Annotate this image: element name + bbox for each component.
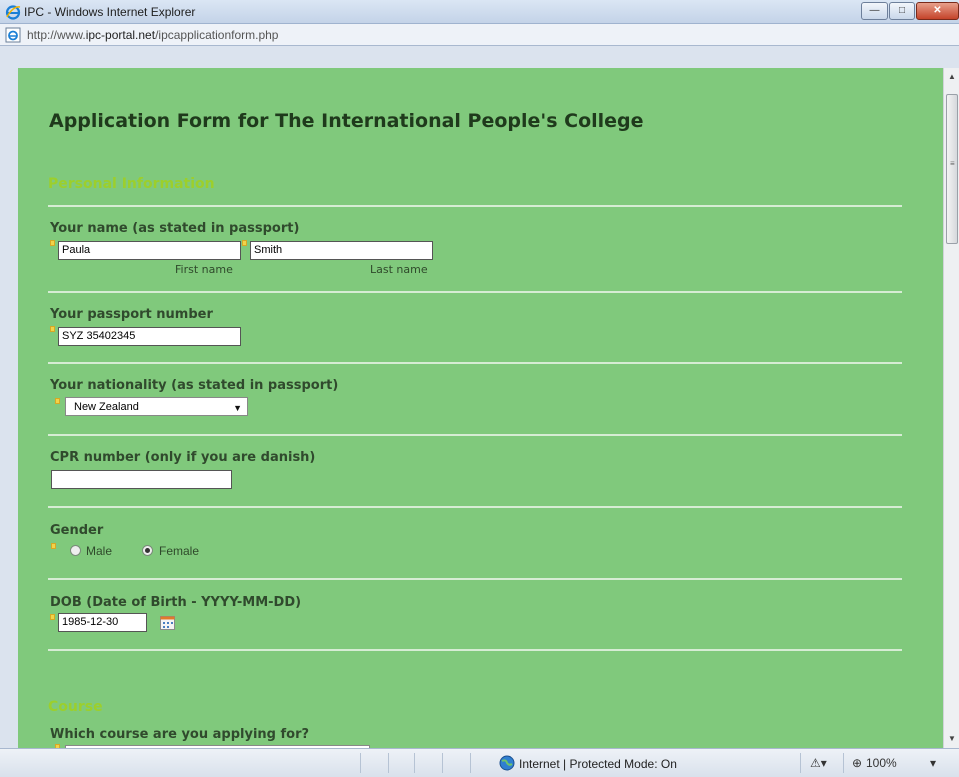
compatibility-icon[interactable]: ⚠▾	[810, 756, 827, 770]
section-personal-information: Personal Information	[48, 176, 215, 192]
scroll-thumb[interactable]: ≡	[946, 94, 958, 244]
ie-page-icon	[5, 27, 21, 43]
required-marker	[55, 398, 60, 404]
divider	[48, 362, 902, 364]
url-path: /ipcapplicationform.php	[155, 28, 279, 42]
required-marker	[242, 240, 247, 246]
dob-label: DOB (Date of Birth - YYYY-MM-DD)	[50, 595, 302, 610]
status-bar: Internet | Protected Mode: On ⚠▾ ⊕ 100% …	[0, 748, 959, 777]
status-separator	[360, 753, 361, 773]
dob-input[interactable]: 1985-12-30	[58, 613, 147, 632]
divider	[48, 506, 902, 508]
first-name-input[interactable]: Paula	[58, 241, 241, 260]
divider	[48, 578, 902, 580]
required-marker	[51, 543, 56, 549]
name-label: Your name (as stated in passport)	[50, 221, 300, 236]
divider	[48, 291, 902, 293]
divider	[48, 205, 902, 207]
divider	[48, 434, 902, 436]
nationality-select[interactable]: New Zealand ▼	[65, 397, 248, 416]
internet-explorer-icon	[5, 5, 21, 20]
zoom-dropdown-icon[interactable]: ▾	[930, 756, 936, 770]
course-label: Which course are you applying for?	[50, 727, 310, 742]
gender-female-label[interactable]: Female	[159, 544, 199, 558]
minimize-button[interactable]: —	[861, 2, 888, 20]
cpr-label: CPR number (only if you are danish)	[50, 450, 316, 465]
url-domain: ipc-portal.net	[85, 28, 156, 42]
url-prefix: http://www.	[27, 28, 86, 42]
left-gutter	[0, 46, 18, 748]
last-name-input[interactable]: Smith	[250, 241, 433, 260]
window-title-bar: IPC - Windows Internet Explorer — □ ✕	[0, 0, 959, 24]
status-separator	[470, 753, 471, 773]
gender-female-radio[interactable]	[142, 545, 153, 556]
address-bar[interactable]: http://www.ipc-portal.net/ipcapplication…	[0, 24, 959, 46]
status-separator	[843, 753, 844, 773]
section-course: Course	[48, 699, 103, 715]
zoom-icon[interactable]: ⊕	[852, 756, 862, 770]
first-name-sublabel: First name	[175, 263, 233, 276]
status-separator	[388, 753, 389, 773]
status-separator	[800, 753, 801, 773]
gender-label: Gender	[50, 523, 104, 538]
vertical-scrollbar[interactable]: ▲ ≡ ▼	[943, 68, 959, 748]
nationality-label: Your nationality (as stated in passport)	[50, 378, 339, 393]
scroll-up-arrow-icon[interactable]: ▲	[948, 72, 956, 81]
zoom-level[interactable]: 100%	[866, 756, 897, 770]
passport-label: Your passport number	[50, 307, 213, 322]
page-title: Application Form for The International P…	[49, 110, 644, 132]
internet-zone-globe-icon	[499, 755, 515, 771]
dropdown-arrow-icon[interactable]: ▼	[233, 401, 242, 415]
page-content: Application Form for The International P…	[18, 68, 943, 748]
nationality-selected-value: New Zealand	[74, 401, 139, 413]
status-separator	[442, 753, 443, 773]
url-text[interactable]: http://www.ipc-portal.net/ipcapplication…	[27, 28, 278, 42]
gender-male-label[interactable]: Male	[86, 544, 112, 558]
calendar-icon[interactable]	[160, 616, 175, 630]
last-name-sublabel: Last name	[370, 263, 428, 276]
cpr-number-input[interactable]	[51, 470, 232, 489]
required-marker	[50, 614, 55, 620]
close-button[interactable]: ✕	[916, 2, 959, 20]
security-zone-text[interactable]: Internet | Protected Mode: On	[519, 757, 677, 771]
divider	[48, 649, 902, 651]
grip-icon: ≡	[950, 159, 955, 168]
required-marker	[50, 240, 55, 246]
scroll-down-arrow-icon[interactable]: ▼	[948, 734, 956, 743]
maximize-button[interactable]: □	[889, 2, 915, 20]
required-marker	[50, 326, 55, 332]
gender-male-radio[interactable]	[70, 545, 81, 556]
window-title: IPC - Windows Internet Explorer	[24, 5, 196, 19]
status-separator	[414, 753, 415, 773]
passport-number-input[interactable]: SYZ 35402345	[58, 327, 241, 346]
frame-top-gap	[0, 46, 943, 68]
